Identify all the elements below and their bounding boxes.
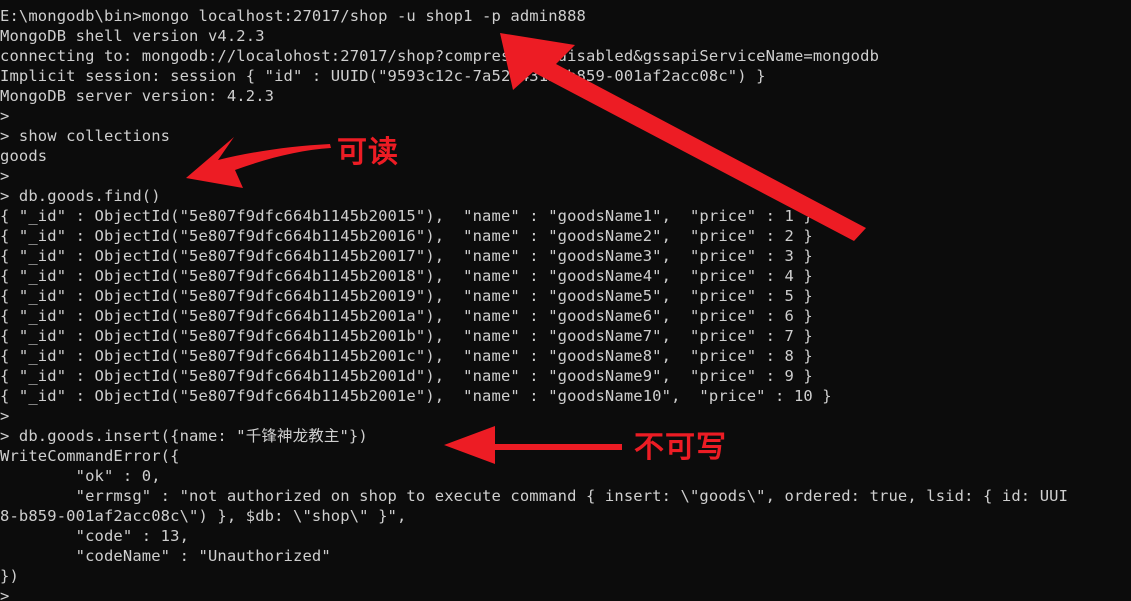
console-line: { "_id" : ObjectId("5e807f9dfc664b1145b2… [0,267,813,285]
console-line: 8-b859-001af2acc08c\") }, $db: \"shop\" … [0,507,407,525]
console-line: { "_id" : ObjectId("5e807f9dfc664b1145b2… [0,287,813,305]
console-line: { "_id" : ObjectId("5e807f9dfc664b1145b2… [0,247,813,265]
console-line: { "_id" : ObjectId("5e807f9dfc664b1145b2… [0,347,813,365]
console-line: "code" : 13, [0,527,190,545]
console-output: E:\mongodb\bin>mongo localhost:27017/sho… [0,6,1131,601]
console-line: Implicit session: session { "id" : UUID(… [0,67,766,85]
console-line: > [0,107,10,125]
console-line: WriteCommandError({ [0,447,180,465]
console-line: { "_id" : ObjectId("5e807f9dfc664b1145b2… [0,367,813,385]
console-line: { "_id" : ObjectId("5e807f9dfc664b1145b2… [0,327,813,345]
console-line: "errmsg" : "not authorized on shop to ex… [0,487,1069,505]
console-line: "codeName" : "Unauthorized" [0,547,331,565]
console-line: connecting to: mongodb://localohost:2701… [0,47,880,65]
console-line: { "_id" : ObjectId("5e807f9dfc664b1145b2… [0,227,813,245]
console-line: { "_id" : ObjectId("5e807f9dfc664b1145b2… [0,387,832,405]
console-line: goods [0,147,48,165]
console-line: > [0,407,10,425]
console-line: }) [0,567,19,585]
console-line: > db.goods.find() [0,187,161,205]
console-line: { "_id" : ObjectId("5e807f9dfc664b1145b2… [0,307,813,325]
console-line: { "_id" : ObjectId("5e807f9dfc664b1145b2… [0,207,813,225]
console-line: MongoDB shell version v4.2.3 [0,27,265,45]
console-line: > db.goods.insert({name: "千锋神龙教主"}) [0,427,368,445]
console-line: > [0,167,10,185]
mongo-shell-terminal[interactable]: E:\mongodb\bin>mongo localhost:27017/sho… [0,0,1131,601]
console-line: E:\mongodb\bin>mongo localhost:27017/sho… [0,7,587,25]
console-line: "ok" : 0, [0,467,161,485]
console-line: > [0,587,10,601]
console-line: > show collections [0,127,171,145]
console-line: MongoDB server version: 4.2.3 [0,87,275,105]
